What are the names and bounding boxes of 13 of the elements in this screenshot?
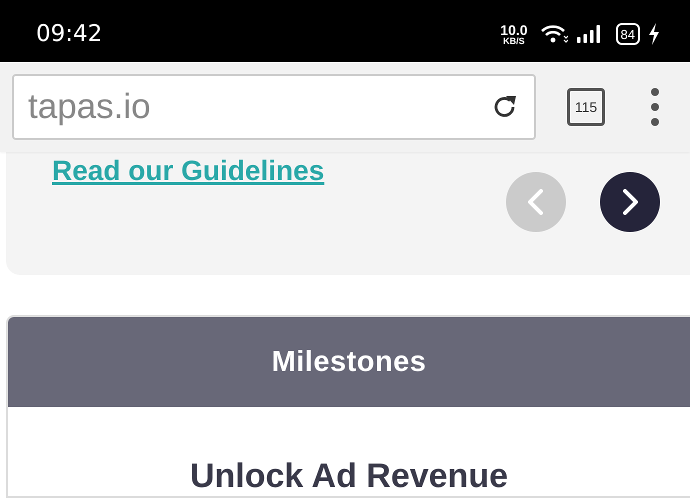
menu-icon[interactable] — [650, 87, 660, 127]
wifi-icon — [540, 24, 568, 44]
milestone-title: Unlock Ad Revenue — [190, 457, 508, 496]
guidelines-link[interactable]: Read our Guidelines — [52, 155, 324, 187]
network-speed: 10.0 — [500, 22, 528, 36]
signal-icon — [576, 24, 602, 44]
url-text: tapas.io — [28, 87, 151, 127]
clock-time: 09:42 — [36, 21, 102, 47]
battery-level: 84 — [620, 26, 635, 42]
tab-count-button[interactable]: 115 — [567, 88, 605, 126]
network-speed-unit: KB/S — [503, 36, 525, 46]
address-field[interactable]: tapas.io — [12, 74, 536, 140]
panel-title: Milestones — [272, 346, 426, 378]
